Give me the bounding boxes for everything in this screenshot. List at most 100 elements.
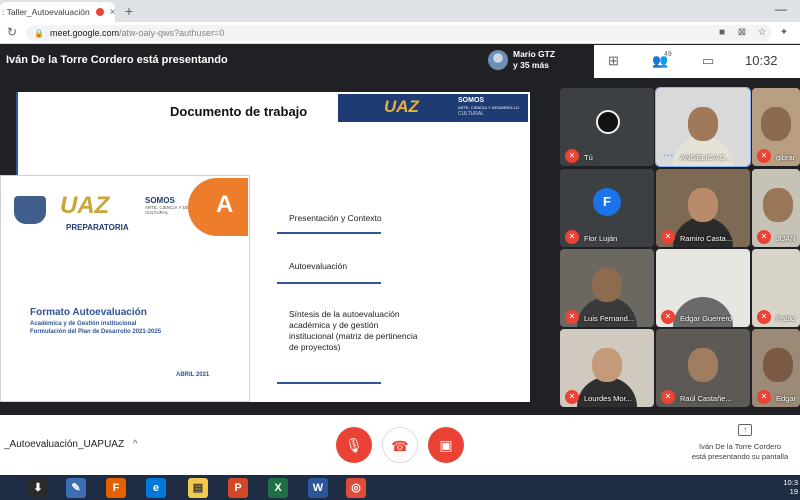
meeting-clock: 10:32	[745, 53, 778, 68]
participant-name: Luis Fernand...	[584, 314, 635, 323]
banner-cultural: CULTURAL	[458, 111, 485, 117]
participant-tile[interactable]: ✕ Pablo	[752, 249, 800, 327]
uaz-banner-logo: UAZ SOMOS ARTE, CIENCIA Y DESARROLLO CULT…	[338, 94, 528, 122]
chat-icon[interactable]: ▭	[702, 53, 714, 69]
presenter-avatar	[488, 50, 508, 70]
mic-off-icon: ✕	[565, 149, 579, 163]
mic-off-icon: ✕	[565, 230, 579, 244]
participant-name: Raúl Castañe...	[680, 394, 732, 403]
participant-name: Edgar	[776, 394, 797, 403]
banner-somos: SOMOS ARTE, CIENCIA Y DESARROLLO	[458, 97, 519, 110]
mic-off-icon: ✕	[565, 310, 579, 324]
system-clock[interactable]: 10:3 19	[760, 478, 798, 496]
participant-name: Flor Luján	[584, 234, 618, 243]
participant-name: gibrar	[776, 153, 796, 162]
participant-name: Tú	[584, 153, 593, 162]
presenter-info[interactable]: Mario GTZ y 35 más	[513, 49, 555, 71]
thumb-heading: Formato Autoevaluación	[30, 307, 147, 318]
edge-icon[interactable]: e	[146, 478, 166, 498]
chevron-up-icon: ^	[132, 439, 138, 450]
tab-title: : Taller_Autoevaluación	[2, 7, 90, 17]
participant-tile[interactable]: ✕ Luis Fernand...	[560, 249, 654, 327]
mask-avatar-icon	[596, 110, 620, 134]
participant-name: Lourdes Mor...	[584, 394, 632, 403]
participant-name: JUAN	[776, 234, 796, 243]
camera-icon[interactable]: ■	[716, 27, 728, 39]
participant-tile[interactable]: ✕ Lourdes Mor...	[560, 329, 654, 407]
leave-call-button[interactable]: ☎	[382, 427, 418, 463]
recording-indicator-icon	[95, 8, 104, 16]
firefox-icon[interactable]: F	[106, 478, 126, 498]
participant-name: Edgar Guerrero	[680, 314, 733, 323]
chrome-icon[interactable]: ◎	[346, 478, 366, 498]
participant-tile[interactable]: ✕ Ramiro Casta...	[656, 169, 750, 247]
agenda-item-2: Autoevaluación	[289, 261, 348, 271]
section-letter-badge: A	[188, 178, 248, 236]
presenting-caption: Iván De la Torre Cordero está presentand…	[691, 442, 789, 461]
speaking-indicator-icon: •••	[663, 151, 675, 160]
address-bar[interactable]: 🔒 meet.google.com/atw-oaiy-qws?authuser=…	[26, 25, 772, 41]
browser-tab[interactable]: : Taller_Autoevaluación ×	[0, 2, 115, 22]
presenting-banner: Iván De la Torre Cordero está presentand…	[6, 54, 228, 66]
participant-tile[interactable]: F ✕ Flor Luján	[560, 169, 654, 247]
powerpoint-icon[interactable]: P	[228, 478, 248, 498]
mic-off-icon: ✕	[757, 230, 771, 244]
explorer-icon[interactable]: ▤	[188, 478, 208, 498]
new-tab-button[interactable]: +	[121, 3, 137, 19]
extensions-icon[interactable]: ⊠	[736, 27, 748, 39]
thumb-sub2: Formulación del Plan de Desarrollo 2021-…	[30, 329, 162, 335]
minimize-window-button[interactable]: —	[768, 3, 794, 17]
agenda-divider	[277, 282, 381, 284]
hangup-icon: ☎	[391, 438, 409, 454]
paint-icon[interactable]: ✎	[66, 478, 86, 498]
agenda-divider	[277, 382, 381, 384]
puzzle-icon[interactable]: ✦	[778, 27, 790, 39]
mic-toggle-button[interactable]: 🎙	[336, 427, 372, 463]
meeting-details-button[interactable]: _Autoevaluación_UAPUAZ ^	[4, 439, 138, 450]
participant-grid: ✕ Tú ••• ANGELICA C... ✕ gibrar F ✕ Flor…	[555, 78, 800, 415]
participant-tile[interactable]: ✕ JUAN	[752, 169, 800, 247]
participant-tile[interactable]: ••• ANGELICA C...	[655, 87, 751, 167]
mic-off-icon: ✕	[565, 390, 579, 404]
url-host: meet.google.com	[49, 28, 120, 38]
word-icon[interactable]: W	[308, 478, 328, 498]
close-tab-icon[interactable]: ×	[110, 7, 115, 18]
participant-name: Ramiro Casta...	[680, 234, 733, 243]
participant-tile[interactable]: ✕ Edgar	[752, 329, 800, 407]
others-count: y 35 más	[513, 60, 549, 70]
participant-count: 49	[664, 51, 672, 58]
present-screen-icon[interactable]: ↑	[738, 424, 752, 436]
browser-tab-strip	[0, 0, 800, 22]
participant-tile[interactable]: ✕ Tú	[560, 88, 654, 166]
slide-title: Documento de trabajo	[170, 104, 308, 119]
excel-icon[interactable]: X	[268, 478, 288, 498]
agenda-item-3: Síntesis de la autoevaluación académica …	[289, 309, 418, 352]
star-icon[interactable]: ☆	[756, 27, 768, 39]
banner-logo-text: UAZ	[384, 97, 419, 116]
thumb-sub1: Académica y de Gestión institucional	[30, 321, 137, 327]
thumb-date: ABRIL 2021	[176, 372, 210, 378]
mic-off-icon: ✕	[757, 310, 771, 324]
university-seal-icon	[14, 196, 46, 224]
mic-off-icon: ✕	[661, 230, 675, 244]
thumb-logo: UAZ	[60, 192, 110, 219]
download-icon[interactable]: ⬇	[28, 478, 48, 498]
participant-tile[interactable]: ✕ gibrar	[752, 88, 800, 166]
mic-off-icon: 🎙	[345, 437, 363, 453]
mic-off-icon: ✕	[757, 149, 771, 163]
participant-tile[interactable]: ✕ Edgar Guerrero	[656, 249, 750, 327]
camera-toggle-button[interactable]: ▣	[428, 427, 464, 463]
participant-name: Pablo	[776, 314, 796, 323]
url-path: /atw-oaiy-qws?authuser=0	[119, 28, 225, 38]
participant-tile[interactable]: ✕ Raúl Castañe...	[656, 329, 750, 407]
layout-icon[interactable]: ⊞	[608, 53, 619, 69]
mic-off-icon: ✕	[661, 310, 675, 324]
mic-off-icon: ✕	[757, 390, 771, 404]
meeting-name: _Autoevaluación_UAPUAZ	[4, 439, 125, 450]
reload-icon[interactable]: ↻	[4, 24, 20, 40]
participant-name: ANGELICA C...	[680, 153, 732, 162]
thumb-preparatoria: PREPARATORIA	[66, 223, 129, 232]
lock-icon: 🔒	[34, 28, 44, 38]
agenda-item-1: Presentación y Contexto	[289, 213, 382, 223]
camera-off-icon: ▣	[439, 437, 453, 453]
